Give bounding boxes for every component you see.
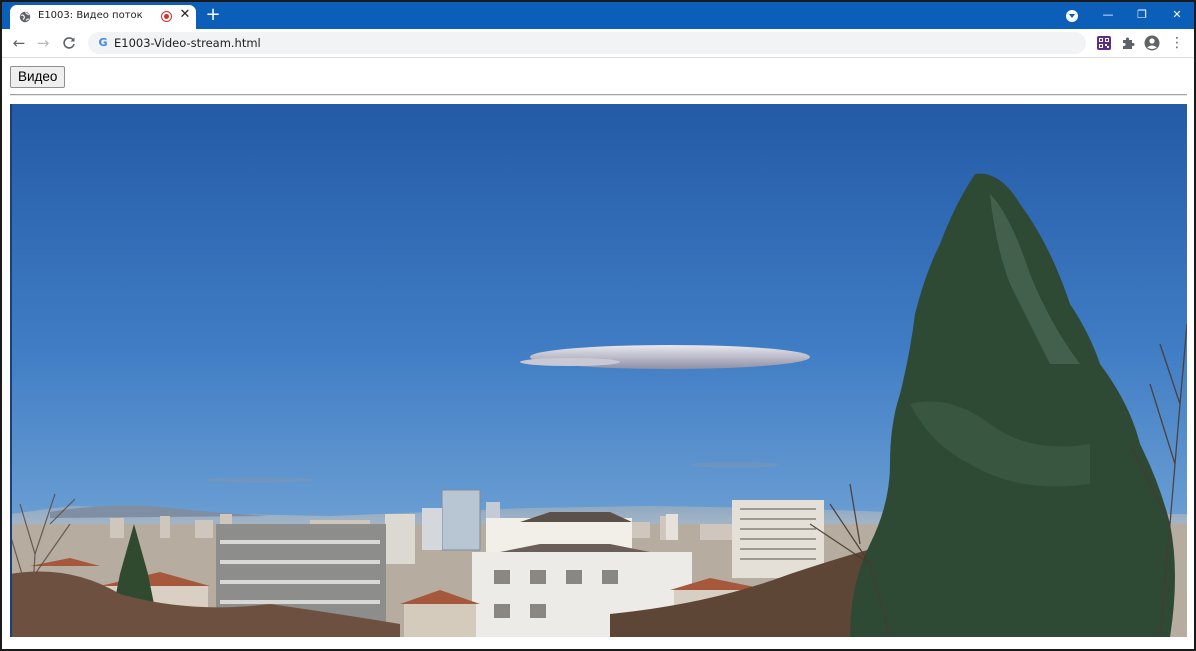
maximize-button[interactable]: ❐ [1129, 5, 1155, 25]
qr-code-icon[interactable] [1096, 35, 1112, 51]
browser-tab[interactable]: E1003: Видео поток ✕ [10, 5, 196, 29]
browser-menu-button[interactable]: ⋮ [1170, 34, 1184, 52]
page-content: Видео [2, 59, 1194, 649]
browser-toolbar: ← → G E1003-Video-stream.html ⋮ [2, 29, 1194, 58]
address-bar[interactable]: G E1003-Video-stream.html [88, 32, 1086, 54]
video-stream[interactable] [10, 104, 1187, 637]
tab-title: E1003: Видео поток [38, 10, 143, 21]
tab-search-icon[interactable] [1066, 10, 1078, 22]
video-frame-image [10, 104, 1187, 637]
browser-window: E1003: Видео поток ✕ + — ❐ ✕ ← → G E1003… [0, 0, 1196, 651]
close-window-button[interactable]: ✕ [1164, 5, 1190, 25]
reload-icon[interactable] [60, 34, 78, 52]
puzzle-icon[interactable] [1120, 35, 1136, 51]
google-icon: G [98, 36, 108, 49]
new-tab-button[interactable]: + [204, 6, 222, 24]
globe-icon [19, 11, 31, 23]
title-bar: E1003: Видео поток ✕ + — ❐ ✕ [2, 2, 1194, 29]
recording-indicator-icon [161, 11, 172, 22]
tab-close-icon[interactable]: ✕ [178, 8, 192, 22]
minimize-button[interactable]: — [1095, 5, 1121, 25]
forward-button[interactable]: → [34, 34, 52, 52]
divider [10, 94, 1187, 96]
back-button[interactable]: ← [10, 34, 28, 52]
video-button[interactable]: Видео [10, 66, 66, 88]
account-icon[interactable] [1144, 35, 1160, 51]
url-text: E1003-Video-stream.html [114, 36, 261, 50]
